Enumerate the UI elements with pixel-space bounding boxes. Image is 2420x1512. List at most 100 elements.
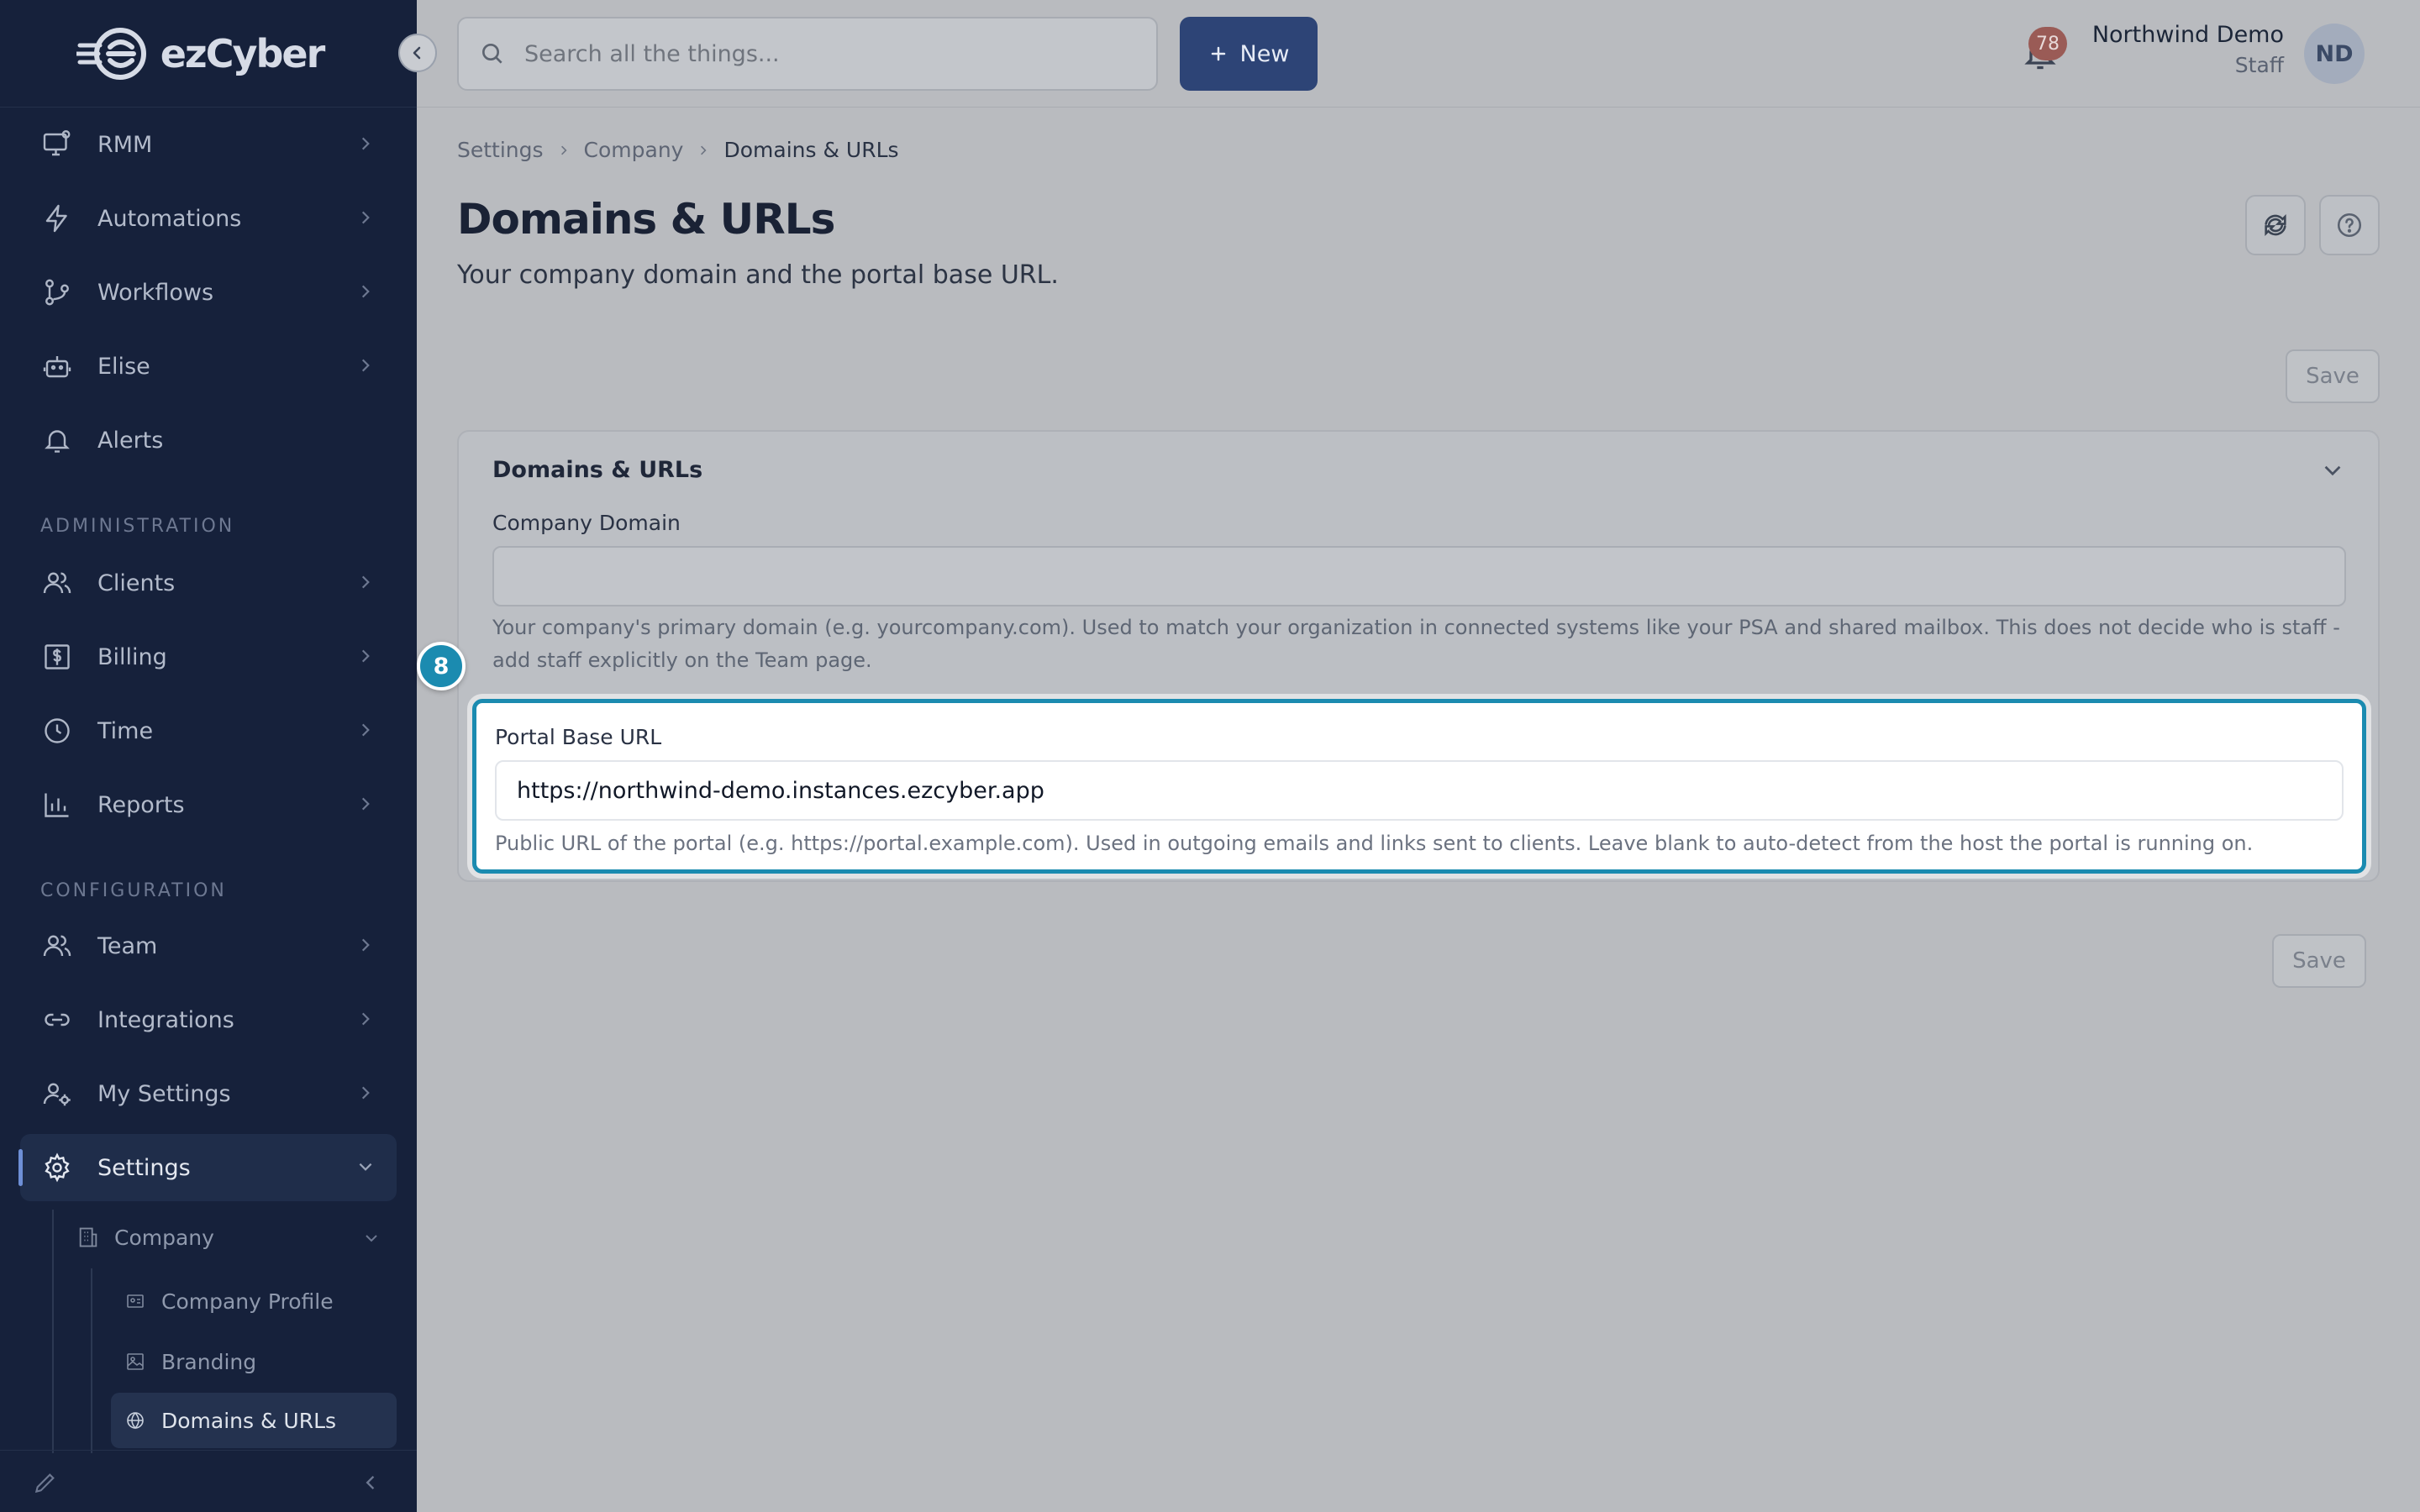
sidebar-item-workflows[interactable]: Workflows	[20, 259, 397, 326]
receipt-dollar-icon	[40, 640, 74, 674]
chevron-down-icon	[366, 1235, 377, 1242]
bar-chart-icon	[40, 788, 74, 822]
sidebar-item-billing[interactable]: Billing	[20, 623, 397, 690]
breadcrumb-item-settings[interactable]: Settings	[457, 138, 544, 162]
users-icon	[40, 929, 74, 963]
page-subtitle: Your company domain and the portal base …	[457, 260, 1059, 290]
sidebar-item-settings[interactable]: Settings	[18, 1134, 397, 1201]
save-button-bottom[interactable]: Save	[2272, 934, 2366, 988]
sidebar-item-label: Integrations	[97, 1006, 234, 1033]
sidebar-item-elise[interactable]: Elise	[20, 333, 397, 400]
company-domain-help: Your company's primary domain (e.g. your…	[492, 616, 2340, 672]
sidebar-subitem-label: Branding	[161, 1349, 257, 1374]
chevron-right-icon	[361, 723, 370, 737]
submenu-rail	[91, 1268, 92, 1453]
help-circle-icon	[2337, 213, 2362, 238]
robot-icon	[40, 349, 74, 383]
sidebar-subitem-company[interactable]: Company	[76, 1210, 397, 1265]
search-icon	[482, 44, 502, 64]
globe-icon	[123, 1408, 148, 1433]
sidebar-item-label: Billing	[97, 643, 167, 670]
sidebar-item-label: Clients	[97, 570, 176, 596]
section-heading-configuration: CONFIGURATION	[40, 880, 227, 901]
sidebar-item-label: Settings	[97, 1154, 191, 1181]
sidebar-subitem-branding[interactable]: Branding	[113, 1334, 397, 1389]
sidebar-item-integrations[interactable]: Integrations	[20, 986, 397, 1053]
chevron-right-icon	[361, 1086, 370, 1100]
pencil-icon[interactable]	[32, 1469, 59, 1496]
sidebar-item-label: Elise	[97, 353, 150, 380]
sidebar-subitem-company-profile[interactable]: Company Profile	[113, 1273, 397, 1329]
save-button-top[interactable]: Save	[2286, 349, 2380, 403]
brand-logo-mark-icon	[76, 27, 146, 80]
refresh-button[interactable]	[2245, 195, 2306, 255]
chevron-right-icon	[361, 285, 370, 298]
sidebar-subitem-label: Company	[114, 1225, 214, 1250]
sidebar: ezCyber RMM Automations Workflows Elise …	[0, 0, 437, 1512]
sidebar-item-label: Automations	[97, 205, 242, 232]
image-icon	[123, 1349, 148, 1374]
brand-logo[interactable]: ezCyber	[76, 24, 326, 84]
chevron-right-icon	[361, 575, 370, 589]
chevron-right-icon	[361, 797, 370, 811]
sidebar-item-my-settings[interactable]: My Settings	[20, 1060, 397, 1127]
company-domain-input[interactable]	[492, 546, 2346, 606]
sidebar-item-reports[interactable]: Reports	[20, 771, 397, 838]
search-input[interactable]	[524, 40, 1113, 67]
chevron-left-icon	[413, 46, 421, 60]
sidebar-item-label: Team	[97, 932, 158, 959]
notification-count-badge[interactable]: 78	[2028, 27, 2067, 60]
user-info[interactable]: Northwind Demo Staff	[2092, 22, 2284, 77]
new-button-label: New	[1239, 40, 1290, 67]
top-bar: New 78 Northwind Demo Staff ND	[417, 0, 2420, 108]
chevron-left-icon[interactable]	[361, 1473, 381, 1493]
sidebar-item-label: Alerts	[97, 427, 164, 454]
id-card-icon	[123, 1289, 148, 1314]
sidebar-subitem-label: Company Profile	[161, 1289, 334, 1314]
sidebar-collapse-button[interactable]	[398, 34, 437, 72]
new-button[interactable]: New	[1180, 17, 1318, 91]
user-name: Northwind Demo	[2091, 22, 2284, 48]
chevron-right-icon	[361, 137, 370, 150]
sidebar-item-label: RMM	[97, 131, 153, 158]
sidebar-item-clients[interactable]: Clients	[20, 549, 397, 617]
bell-icon	[40, 423, 74, 457]
breadcrumb-item-current: Domains & URLs	[723, 138, 899, 162]
sidebar-subitem-domains-urls[interactable]: Domains & URLs	[111, 1393, 397, 1448]
portal-base-url-help: Public URL of the portal (e.g. https://p…	[495, 832, 2254, 855]
card-title: Domains & URLs	[492, 457, 703, 483]
chevron-down-icon	[359, 1163, 372, 1171]
page-title: Domains & URLs	[457, 195, 835, 244]
sidebar-subitem-label: Domains & URLs	[161, 1408, 337, 1433]
portal-base-url-label: Portal Base URL	[495, 725, 662, 749]
portal-base-url-input[interactable]	[495, 760, 2344, 821]
chevron-right-icon	[361, 938, 370, 952]
chevron-down-icon[interactable]	[2321, 459, 2344, 482]
sidebar-item-label: Reports	[97, 791, 185, 818]
tour-step-badge: 8	[417, 642, 466, 690]
chevron-right-icon	[361, 649, 370, 663]
user-role: Staff	[2234, 53, 2284, 77]
sidebar-item-label: My Settings	[97, 1080, 231, 1107]
sidebar-footer	[0, 1450, 417, 1512]
plus-icon	[1211, 46, 1225, 61]
chevron-right-icon	[560, 145, 567, 155]
clock-icon	[40, 714, 74, 748]
chevron-right-icon	[361, 211, 370, 224]
avatar[interactable]: ND	[2304, 24, 2365, 84]
sidebar-item-automations[interactable]: Automations	[20, 185, 397, 252]
breadcrumb-item-company[interactable]: Company	[584, 138, 684, 162]
sidebar-item-alerts[interactable]: Alerts	[20, 407, 397, 474]
company-domain-label: Company Domain	[492, 511, 681, 535]
sidebar-item-time[interactable]: Time	[20, 697, 397, 764]
section-heading-administration: ADMINISTRATION	[40, 516, 235, 537]
portal-base-url-highlight: Portal Base URL Public URL of the portal…	[472, 699, 2366, 874]
link-icon	[40, 1003, 74, 1037]
sidebar-item-rmm[interactable]: RMM	[20, 111, 397, 178]
sidebar-item-team[interactable]: Team	[20, 912, 397, 979]
breadcrumb: Settings Company Domains & URLs	[457, 138, 899, 162]
help-button[interactable]	[2319, 195, 2380, 255]
users-icon	[40, 566, 74, 600]
brand-name: ezCyber	[160, 30, 326, 76]
search-box[interactable]	[457, 17, 1158, 91]
